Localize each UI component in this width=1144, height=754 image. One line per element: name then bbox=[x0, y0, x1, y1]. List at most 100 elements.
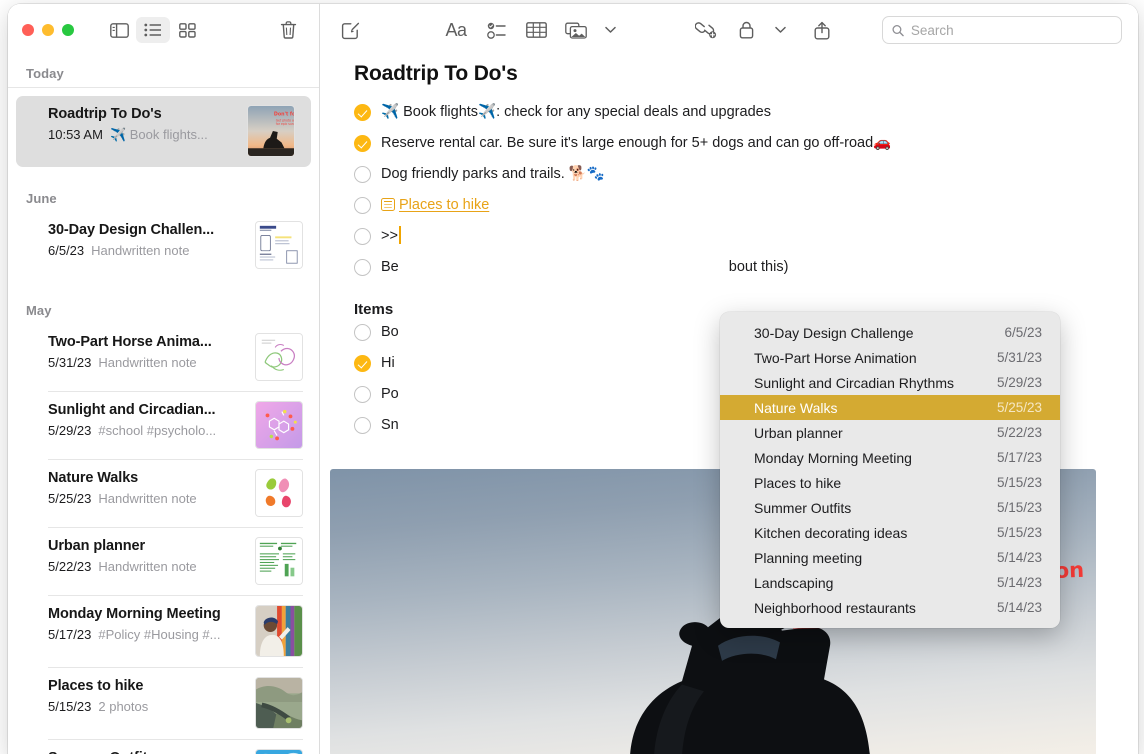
popup-menu-item[interactable]: Kitchen decorating ideas 5/15/23 bbox=[720, 520, 1060, 545]
list-item-snippet: 2 photos bbox=[98, 699, 148, 714]
note-link-icon bbox=[381, 198, 395, 211]
list-item-monday-morning-meeting[interactable]: Monday Morning Meeting 5/17/23#Policy #H… bbox=[8, 596, 319, 667]
sidebar-toggle-icon bbox=[110, 23, 129, 38]
search-input[interactable] bbox=[911, 23, 1112, 38]
checkbox-unchecked[interactable] bbox=[354, 386, 371, 403]
list-item-nature-walks[interactable]: Nature Walks 5/25/23Handwritten note bbox=[8, 460, 319, 527]
checklist-item-text: Bebout this) bbox=[381, 257, 788, 278]
checkbox-unchecked[interactable] bbox=[354, 259, 371, 276]
popup-menu-item[interactable]: Two-Part Horse Animation 5/31/23 bbox=[720, 345, 1060, 370]
list-item-title: Two-Part Horse Anima... bbox=[48, 333, 245, 353]
popup-menu-item[interactable]: Summer Outfits 5/15/23 bbox=[720, 495, 1060, 520]
note-content[interactable]: Roadtrip To Do's ✈️ Book flights✈️: chec… bbox=[320, 56, 1138, 754]
list-item-text: Sunlight and Circadian... 5/29/23#school… bbox=[48, 401, 245, 440]
share-icon bbox=[814, 21, 830, 40]
checklist-item[interactable]: Dog friendly parks and trails. 🐕🐾 bbox=[320, 164, 1138, 192]
checklist-item-text-head: Be bbox=[381, 259, 399, 275]
collaborate-button[interactable] bbox=[686, 15, 726, 45]
share-button[interactable] bbox=[802, 15, 842, 45]
list-item-snippet: ✈️ Book flights... bbox=[110, 127, 208, 142]
checklist-item-text: Hi bbox=[381, 353, 395, 374]
popup-item-label: Landscaping bbox=[754, 575, 833, 591]
search-field[interactable] bbox=[882, 16, 1122, 44]
list-item-summer-outfits[interactable]: Summer Outfits bbox=[8, 740, 319, 754]
checkbox-checked[interactable] bbox=[354, 135, 371, 152]
checkbox-checked[interactable] bbox=[354, 355, 371, 372]
checklist-item-typing[interactable]: >> bbox=[320, 226, 1138, 254]
checkbox-unchecked[interactable] bbox=[354, 324, 371, 341]
lock-dropdown-button[interactable] bbox=[766, 15, 794, 45]
popup-menu-item[interactable]: Places to hike 5/15/23 bbox=[720, 470, 1060, 495]
list-group-header-today: Today bbox=[8, 56, 319, 87]
table-button[interactable] bbox=[516, 15, 556, 45]
lock-note-button[interactable] bbox=[726, 15, 766, 45]
gallery-view-button[interactable] bbox=[170, 17, 204, 43]
list-item-30-day-design-challenge[interactable]: 30-Day Design Challen... 6/5/23Handwritt… bbox=[8, 212, 319, 279]
popup-item-label: Neighborhood restaurants bbox=[754, 600, 916, 616]
popup-menu-item[interactable]: Sunlight and Circadian Rhythms 5/29/23 bbox=[720, 370, 1060, 395]
list-item-thumbnail-horse-sketch bbox=[255, 333, 303, 381]
note-link-places-to-hike[interactable]: Places to hike bbox=[399, 197, 489, 213]
checklist-item-note-link[interactable]: Places to hike bbox=[320, 195, 1138, 223]
notes-list[interactable]: Today Roadtrip To Do's 10:53 AM✈️ Book f… bbox=[8, 56, 319, 754]
checkbox-unchecked[interactable] bbox=[354, 228, 371, 245]
list-item-snippet: #school #psycholo... bbox=[98, 423, 216, 438]
checkbox-unchecked[interactable] bbox=[354, 166, 371, 183]
popup-item-date: 5/15/23 bbox=[997, 475, 1042, 490]
checklist-item-text: Dog friendly parks and trails. 🐕🐾 bbox=[381, 164, 605, 185]
popup-item-date: 5/15/23 bbox=[997, 525, 1042, 540]
format-button[interactable]: Aa bbox=[436, 15, 476, 45]
popup-menu-item[interactable]: Planning meeting 5/14/23 bbox=[720, 545, 1060, 570]
list-item-roadtrip-to-dos[interactable]: Roadtrip To Do's 10:53 AM✈️ Book flights… bbox=[16, 96, 311, 167]
svg-text:for epic sunset: for epic sunset bbox=[276, 122, 294, 126]
list-item-places-to-hike[interactable]: Places to hike 5/15/232 photos bbox=[8, 668, 319, 739]
list-item-sunlight-and-circadian[interactable]: Sunlight and Circadian... 5/29/23#school… bbox=[8, 392, 319, 459]
popup-item-date: 5/14/23 bbox=[997, 575, 1042, 590]
list-item-title: Roadtrip To Do's bbox=[48, 105, 237, 125]
checkbox-unchecked[interactable] bbox=[354, 417, 371, 434]
popup-item-label: Monday Morning Meeting bbox=[754, 450, 912, 466]
list-item-text: Nature Walks 5/25/23Handwritten note bbox=[48, 469, 245, 508]
compose-icon bbox=[341, 21, 360, 40]
popup-item-date: 5/25/23 bbox=[997, 400, 1042, 415]
checkbox-checked[interactable] bbox=[354, 104, 371, 121]
popup-menu-item[interactable]: Urban planner 5/22/23 bbox=[720, 420, 1060, 445]
list-item-date: 5/17/23 bbox=[48, 627, 91, 642]
popup-menu-item[interactable]: Monday Morning Meeting 5/17/23 bbox=[720, 445, 1060, 470]
popup-item-date: 5/14/23 bbox=[997, 550, 1042, 565]
note-link-suggestion-popup[interactable]: 30-Day Design Challenge 6/5/23 Two-Part … bbox=[720, 312, 1060, 628]
popup-item-label: Places to hike bbox=[754, 475, 841, 491]
thumbnail-image bbox=[256, 678, 302, 728]
delete-note-button[interactable] bbox=[271, 17, 305, 43]
list-item-text: Summer Outfits bbox=[48, 749, 245, 754]
checklist-item-text: Po bbox=[381, 384, 399, 405]
checklist-item[interactable]: ✈️ Book flights✈️: check for any special… bbox=[320, 102, 1138, 130]
list-item-urban-planner[interactable]: Urban planner 5/22/23Handwritten note bbox=[8, 528, 319, 595]
traffic-lights bbox=[22, 24, 74, 36]
sidebar-toggle-button[interactable] bbox=[102, 17, 136, 43]
checklist-item[interactable]: Bebout this) bbox=[320, 257, 1138, 285]
list-view-icon bbox=[144, 23, 162, 37]
list-item-two-part-horse-animation[interactable]: Two-Part Horse Anima... 5/31/23Handwritt… bbox=[8, 324, 319, 391]
popup-menu-item-selected[interactable]: Nature Walks 5/25/23 bbox=[720, 395, 1060, 420]
popup-item-date: 5/14/23 bbox=[997, 600, 1042, 615]
minimize-window-button[interactable] bbox=[42, 24, 54, 36]
compose-note-button[interactable] bbox=[330, 15, 370, 45]
popup-menu-item[interactable]: 30-Day Design Challenge 6/5/23 bbox=[720, 320, 1060, 345]
popup-menu-item[interactable]: Neighborhood restaurants 5/14/23 bbox=[720, 595, 1060, 620]
thumbnail-image bbox=[256, 470, 302, 516]
popup-menu-item[interactable]: Landscaping 5/14/23 bbox=[720, 570, 1060, 595]
checkbox-unchecked[interactable] bbox=[354, 197, 371, 214]
checklist-item[interactable]: Reserve rental car. Be sure it's large e… bbox=[320, 133, 1138, 161]
list-view-button[interactable] bbox=[136, 17, 170, 43]
list-item-text: Two-Part Horse Anima... 5/31/23Handwritt… bbox=[48, 333, 245, 372]
media-dropdown-button[interactable] bbox=[596, 15, 624, 45]
checklist-button[interactable] bbox=[476, 15, 516, 45]
list-item-title: Nature Walks bbox=[48, 469, 245, 489]
checklist-item-text: Reserve rental car. Be sure it's large e… bbox=[381, 133, 891, 154]
close-window-button[interactable] bbox=[22, 24, 34, 36]
popup-item-date: 5/29/23 bbox=[997, 375, 1042, 390]
popup-item-label: Planning meeting bbox=[754, 550, 862, 566]
media-button[interactable] bbox=[556, 15, 596, 45]
maximize-window-button[interactable] bbox=[62, 24, 74, 36]
